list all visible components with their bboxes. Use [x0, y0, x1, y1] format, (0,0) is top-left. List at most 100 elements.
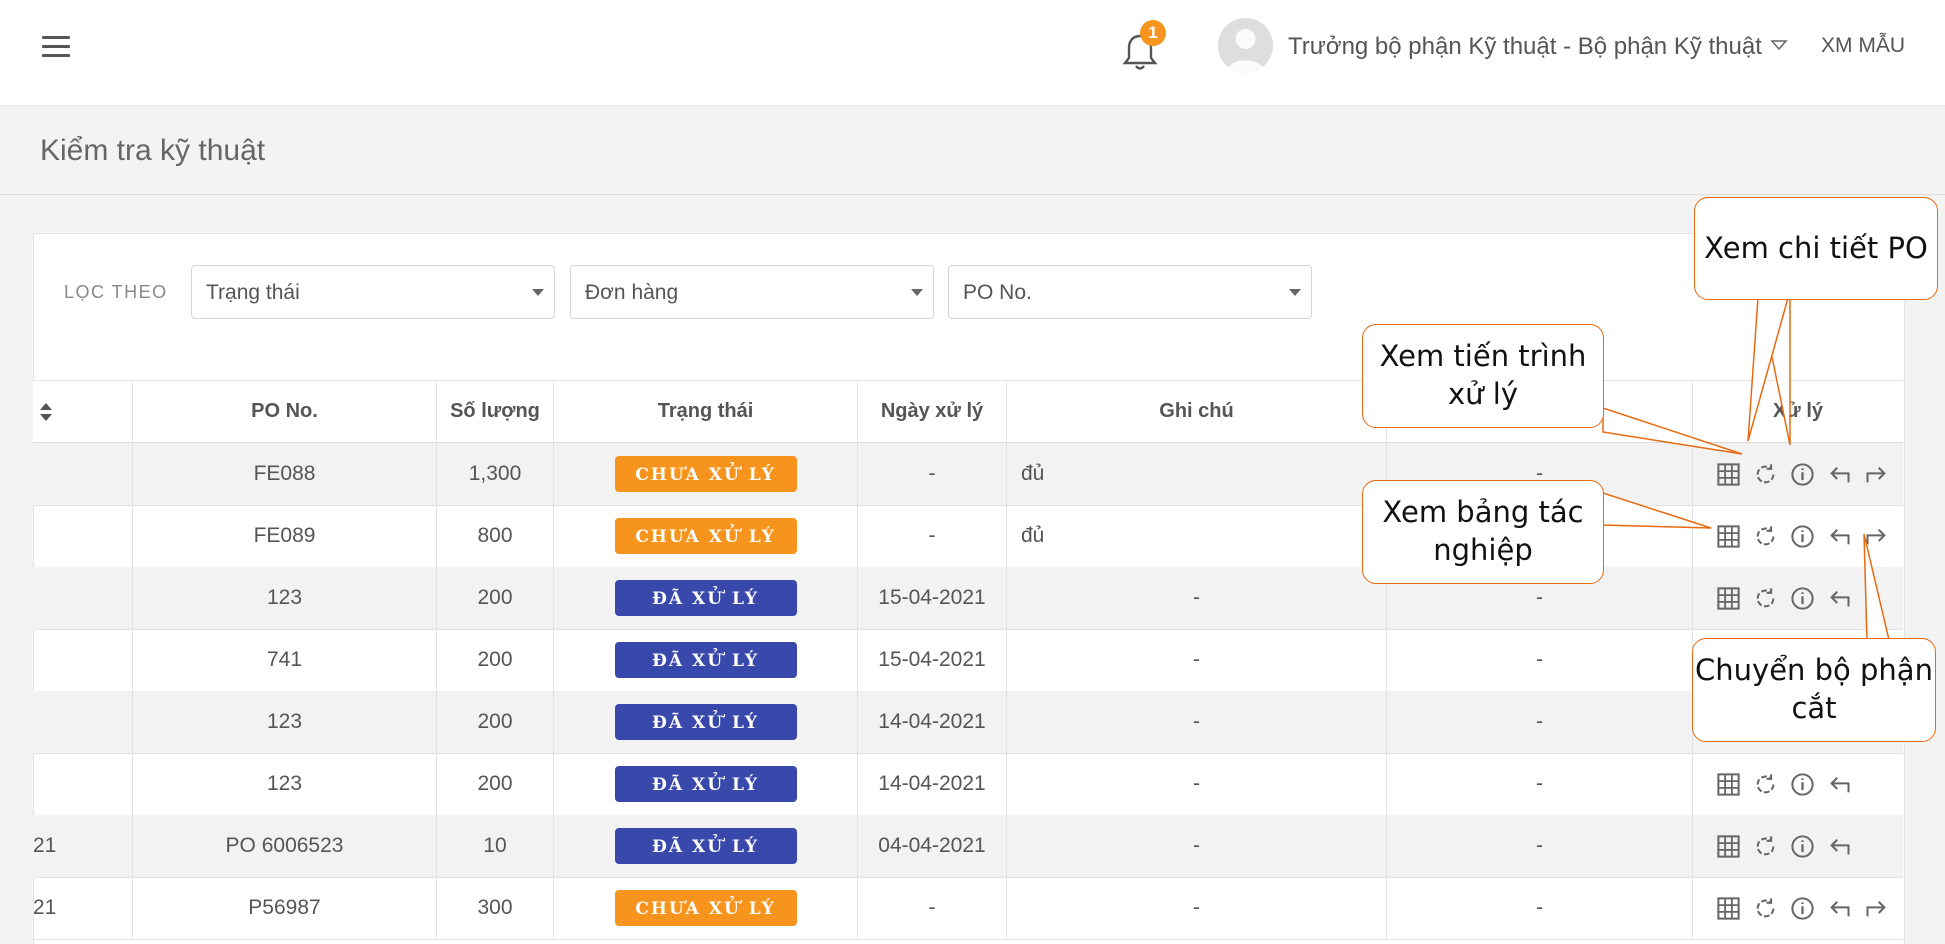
actions-cell [1693, 505, 1903, 567]
po-filter-select[interactable]: PO No. [948, 265, 1312, 319]
column-header-quantity[interactable]: Số lượng [437, 381, 554, 442]
status-cell: CHƯA XỬ LÝ [554, 505, 858, 567]
grid-icon[interactable] [1715, 585, 1742, 612]
chevron-down-icon [532, 289, 544, 296]
status-badge: ĐÃ XỬ LÝ [614, 580, 797, 616]
po-cell: 741 [133, 629, 437, 691]
note-cell: - [1007, 753, 1387, 815]
sort-column-header[interactable] [33, 381, 133, 442]
table-row[interactable]: 741 200 ĐÃ XỬ LÝ 15-04-2021- - [33, 629, 1903, 692]
info-icon[interactable] [1789, 461, 1816, 488]
quantity-cell: 1,300 [437, 443, 554, 505]
undo-icon[interactable] [1826, 461, 1853, 488]
table-row[interactable]: 21 PO 6006523 10 ĐÃ XỬ LÝ 04-04-2021- - [33, 815, 1903, 878]
status-cell: ĐÃ XỬ LÝ [554, 629, 858, 691]
date-cell: 15-04-2021 [858, 567, 1007, 629]
refresh-icon[interactable] [1752, 833, 1779, 860]
status-cell: ĐÃ XỬ LÝ [554, 691, 858, 753]
column-header-status[interactable]: Trạng thái [554, 381, 858, 442]
refresh-icon[interactable] [1752, 771, 1779, 798]
grid-icon[interactable] [1715, 461, 1742, 488]
po-cell: PO 6006523 [133, 815, 437, 877]
info-icon[interactable] [1789, 833, 1816, 860]
row-index-cell: 21 [33, 877, 133, 939]
row-index-cell [33, 567, 133, 629]
status-cell: CHƯA XỬ LÝ [554, 877, 858, 939]
row-index-cell [33, 691, 133, 753]
company-name[interactable]: XM MẪU [1821, 34, 1905, 58]
forward-icon[interactable] [1863, 461, 1890, 488]
po-cell: P56987 [133, 877, 437, 939]
info-icon[interactable] [1789, 585, 1816, 612]
forward-icon[interactable] [1863, 895, 1890, 922]
table-row[interactable]: FE088 1,300 CHƯA XỬ LÝ - đủ - [33, 443, 1903, 506]
grid-icon[interactable] [1715, 771, 1742, 798]
note-cell: đủ [1007, 505, 1387, 567]
chevron-down-icon [911, 289, 923, 296]
quantity-cell: 10 [437, 815, 554, 877]
table-header: PO No. Số lượng Trạng thái Ngày xử lý Gh… [33, 380, 1903, 444]
note-cell: - [1007, 691, 1387, 753]
order-filter-value: Đơn hàng [585, 281, 679, 304]
table-row[interactable]: 123 200 ĐÃ XỬ LÝ 14-04-2021- - [33, 691, 1903, 754]
info-icon[interactable] [1789, 895, 1816, 922]
callout-transfer: Chuyển bộ phận cắt [1692, 638, 1936, 742]
callout-view-po: Xem chi tiết PO [1694, 197, 1938, 300]
date-cell: - [858, 877, 1007, 939]
refresh-icon[interactable] [1752, 461, 1779, 488]
column-header-note[interactable]: Ghi chú [1007, 381, 1387, 442]
table-row[interactable]: FE089800CHƯA XỬ LÝ-đủ- [33, 505, 1903, 568]
chevron-down-icon[interactable] [1770, 38, 1788, 52]
avatar[interactable] [1218, 18, 1273, 73]
undo-icon[interactable] [1826, 895, 1853, 922]
quantity-cell: 200 [437, 691, 554, 753]
actions-cell [1693, 877, 1903, 939]
po-filter-value: PO No. [963, 281, 1032, 304]
note-cell: - [1007, 629, 1387, 691]
info-icon[interactable] [1789, 523, 1816, 550]
actions-cell [1693, 567, 1903, 629]
column-header-actions: Xử lý [1772, 400, 1824, 422]
refresh-icon[interactable] [1752, 523, 1779, 550]
forward-icon[interactable] [1863, 523, 1890, 550]
undo-icon[interactable] [1826, 585, 1853, 612]
extra-cell: - [1387, 877, 1693, 939]
status-filter-select[interactable]: Trạng thái [191, 265, 555, 319]
po-cell: 123 [133, 567, 437, 629]
status-badge: ĐÃ XỬ LÝ [614, 642, 797, 678]
table-row[interactable]: 123 200 ĐÃ XỬ LÝ 15-04-2021- - [33, 567, 1903, 630]
row-index-cell [33, 629, 133, 691]
info-icon[interactable] [1789, 771, 1816, 798]
status-badge: CHƯA XỬ LÝ [614, 456, 797, 492]
status-badge: CHƯA XỬ LÝ [614, 890, 797, 926]
row-index-cell [33, 505, 133, 567]
actions-cell [1693, 753, 1903, 815]
quantity-cell: 800 [437, 505, 554, 567]
quantity-cell: 200 [437, 629, 554, 691]
filter-label: LỌC THEO [64, 282, 168, 302]
refresh-icon[interactable] [1752, 585, 1779, 612]
table-row[interactable]: 21 P56987 300 CHƯA XỬ LÝ - - - [33, 877, 1903, 940]
undo-icon[interactable] [1826, 771, 1853, 798]
status-cell: ĐÃ XỬ LÝ [554, 567, 858, 629]
date-cell: 04-04-2021 [858, 815, 1007, 877]
order-filter-select[interactable]: Đơn hàng [570, 265, 934, 319]
quantity-cell: 200 [437, 753, 554, 815]
undo-icon[interactable] [1826, 833, 1853, 860]
column-header-date[interactable]: Ngày xử lý [858, 381, 1007, 442]
sort-icon[interactable] [39, 402, 53, 422]
user-role[interactable]: Trưởng bộ phận Kỹ thuật - Bộ phận Kỹ thu… [1288, 33, 1762, 61]
actions-cell [1693, 815, 1903, 877]
status-cell: CHƯA XỬ LÝ [554, 443, 858, 505]
menu-icon[interactable] [42, 36, 70, 60]
grid-icon[interactable] [1715, 833, 1742, 860]
callout-view-progress: Xem tiến trình xử lý [1362, 324, 1604, 428]
grid-icon[interactable] [1715, 523, 1742, 550]
grid-icon[interactable] [1715, 895, 1742, 922]
column-header-po[interactable]: PO No. [133, 381, 437, 442]
status-badge: ĐÃ XỬ LÝ [614, 766, 797, 802]
refresh-icon[interactable] [1752, 895, 1779, 922]
note-cell: đủ [1007, 443, 1387, 505]
undo-icon[interactable] [1826, 523, 1853, 550]
table-row[interactable]: 123 200 ĐÃ XỬ LÝ 14-04-2021- - [33, 753, 1903, 816]
